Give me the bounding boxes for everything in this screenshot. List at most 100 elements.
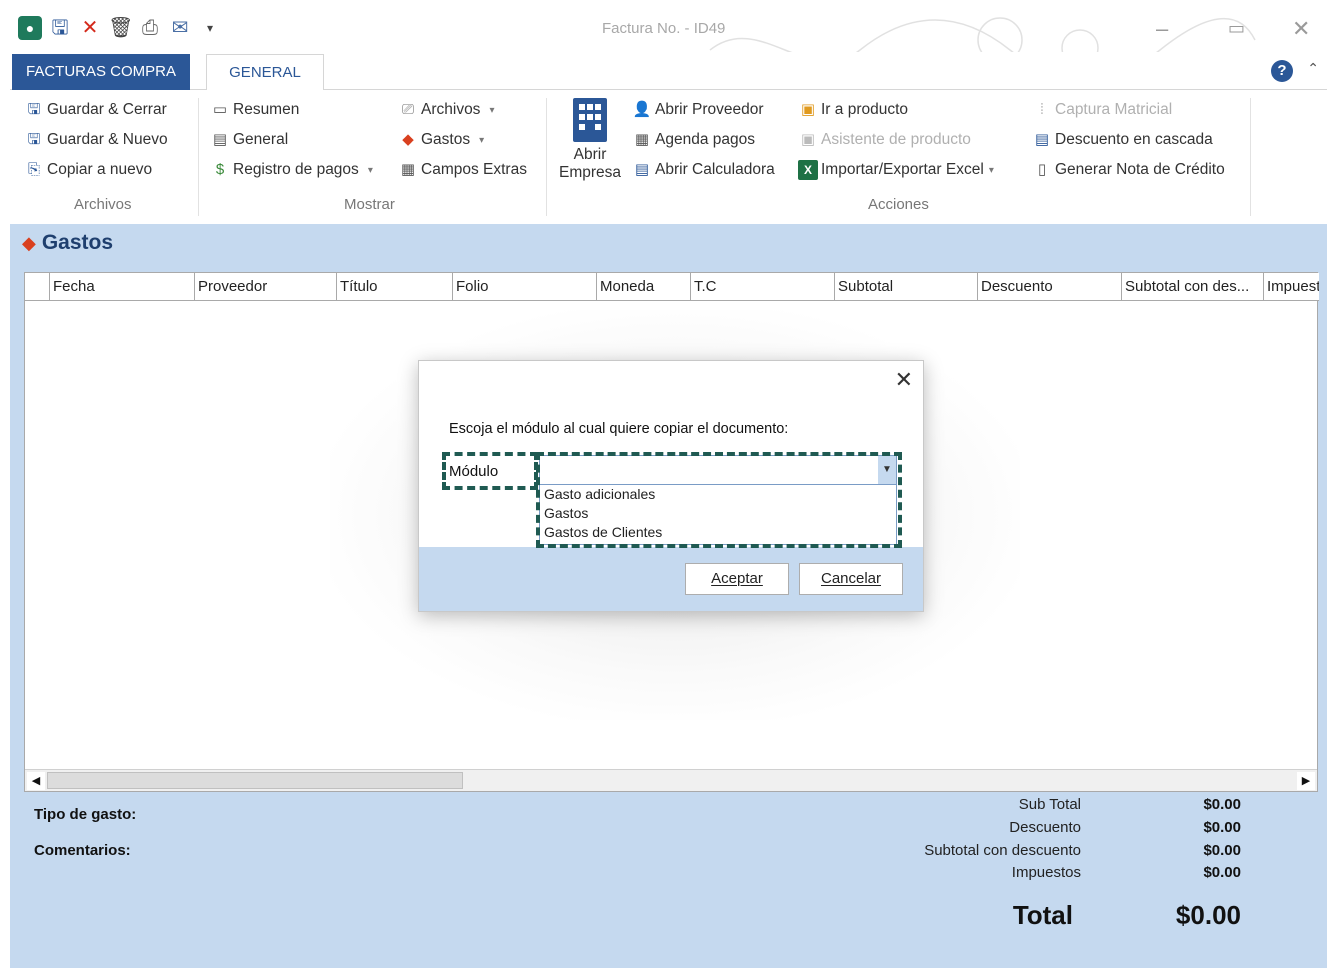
abrir-proveedor-button[interactable]: 👤 Abrir Proveedor bbox=[632, 100, 764, 120]
abrir-empresa-button[interactable]: Abrir Empresa bbox=[555, 98, 625, 182]
group-label-mostrar: Mostrar bbox=[344, 196, 395, 213]
customize-icon[interactable]: ▾ bbox=[198, 16, 222, 40]
tab-bar: FACTURAS COMPRA GENERAL ? ⌃ bbox=[10, 52, 1327, 91]
impuestos-label: Impuestos bbox=[1011, 864, 1081, 881]
form-fields-icon: ▦ bbox=[400, 161, 416, 178]
help-icon[interactable]: ? bbox=[1271, 60, 1293, 82]
tab-facturas-compra[interactable]: FACTURAS COMPRA bbox=[12, 54, 190, 90]
ribbon: 🖫 Guardar & Cerrar 🖫 Guardar & Nuevo ⎘ C… bbox=[10, 90, 1327, 224]
ir-producto-button[interactable]: ▣ Ir a producto bbox=[798, 100, 908, 120]
row-selector-header bbox=[25, 273, 50, 300]
building-icon bbox=[573, 98, 607, 142]
copiar-nuevo-button[interactable]: ⎘ Copiar a nuevo bbox=[24, 160, 152, 180]
product-icon: ▣ bbox=[800, 101, 816, 118]
descuento-label: Descuento bbox=[1009, 819, 1081, 836]
column-header-descuento[interactable]: Descuento bbox=[978, 273, 1122, 300]
document-icon: ▤ bbox=[212, 131, 228, 148]
nota-credito-button[interactable]: ▯ Generar Nota de Crédito bbox=[1032, 160, 1225, 180]
paperclip-icon: ⎚ bbox=[401, 101, 414, 118]
aceptar-button[interactable]: Aceptar bbox=[685, 563, 789, 595]
descuento-cascada-button[interactable]: ▤ Descuento en cascada bbox=[1032, 130, 1213, 150]
guardar-cerrar-button[interactable]: 🖫 Guardar & Cerrar bbox=[24, 100, 167, 120]
group-label-acciones: Acciones bbox=[868, 196, 929, 213]
subtotal-descuento-value: $0.00 bbox=[1203, 842, 1241, 859]
column-header-fecha[interactable]: Fecha bbox=[50, 273, 195, 300]
total-label: Total bbox=[1012, 900, 1073, 930]
delete-icon[interactable]: ✕ bbox=[78, 16, 102, 40]
dropdown-arrow-icon: ▾ bbox=[479, 134, 485, 146]
archivos-button[interactable]: ⎚ Archivos ▾ bbox=[398, 100, 494, 120]
save-new-icon: 🖫 bbox=[27, 131, 41, 148]
maximize-button[interactable]: ▭ bbox=[1228, 18, 1245, 39]
subtotal-descuento-label: Subtotal con descuento bbox=[924, 842, 1081, 859]
title-bar: ● 🖫 ✕ 🗑 ⎙ ✉ ▾ Factura No. - ID49 – ▭ ✕ bbox=[10, 10, 1327, 81]
resumen-button[interactable]: ▭ Resumen bbox=[210, 100, 299, 120]
close-window-button[interactable]: ✕ bbox=[1292, 16, 1310, 42]
abrir-calculadora-button[interactable]: ▤ Abrir Calculadora bbox=[632, 160, 775, 180]
scrollbar-thumb[interactable] bbox=[47, 772, 463, 789]
wizard-icon: ▣ bbox=[800, 131, 816, 148]
ribbon-separator bbox=[198, 98, 199, 216]
asistente-producto-button[interactable]: ▣ Asistente de producto bbox=[798, 130, 971, 150]
scroll-left-icon[interactable]: ◀ bbox=[27, 772, 45, 790]
comentarios-label: Comentarios: bbox=[34, 842, 131, 859]
column-header-tc[interactable]: T.C bbox=[691, 273, 835, 300]
column-header-titulo[interactable]: Título bbox=[337, 273, 453, 300]
group-label-archivos: Archivos bbox=[74, 196, 132, 213]
dropdown-arrow-icon: ▾ bbox=[367, 164, 373, 176]
column-header-subtotal[interactable]: Subtotal bbox=[835, 273, 978, 300]
subtotal-label: Sub Total bbox=[1018, 796, 1081, 813]
credit-note-icon: ▯ bbox=[1037, 161, 1047, 178]
cancelar-button[interactable]: Cancelar bbox=[799, 563, 903, 595]
dialog-footer: Aceptar Cancelar bbox=[419, 547, 923, 611]
total-value: $0.00 bbox=[1175, 900, 1241, 930]
column-header-folio[interactable]: Folio bbox=[453, 273, 597, 300]
print-icon[interactable]: ⎙ bbox=[138, 16, 162, 40]
highlight-modulo-dropdown bbox=[536, 452, 902, 548]
ribbon-separator bbox=[1250, 98, 1251, 216]
column-header-moneda[interactable]: Moneda bbox=[597, 273, 691, 300]
dialog-prompt: Escoja el módulo al cual quiere copiar e… bbox=[449, 421, 789, 437]
ribbon-separator bbox=[546, 98, 547, 216]
payments-icon: $ bbox=[215, 161, 225, 178]
gastos-button[interactable]: ◆ Gastos ▾ bbox=[398, 130, 484, 150]
descuento-value: $0.00 bbox=[1203, 819, 1241, 836]
highlight-modulo-label bbox=[442, 452, 538, 490]
scroll-right-icon[interactable]: ▶ bbox=[1297, 772, 1315, 790]
quick-access-toolbar: ● 🖫 ✕ 🗑 ⎙ ✉ ▾ bbox=[18, 16, 222, 40]
save-close-icon: 🖫 bbox=[27, 101, 41, 118]
general-button[interactable]: ▤ General bbox=[210, 130, 288, 150]
impuestos-value: $0.00 bbox=[1203, 864, 1241, 881]
copy-icon: ⎘ bbox=[27, 161, 40, 178]
dropdown-arrow-icon: ▾ bbox=[988, 164, 994, 176]
grid-header: Fecha Proveedor Título Folio Moneda T.C … bbox=[25, 273, 1319, 301]
matrix-icon: ⁞ bbox=[1039, 101, 1045, 118]
discount-icon: ▤ bbox=[1034, 131, 1050, 148]
trash-icon[interactable]: 🗑 bbox=[108, 16, 133, 40]
calendar-icon: ▦ bbox=[634, 131, 650, 148]
tag-icon: ◆ bbox=[402, 131, 414, 148]
tag-icon: ◆ bbox=[22, 232, 36, 253]
collapse-ribbon-icon[interactable]: ⌃ bbox=[1307, 60, 1319, 77]
person-icon: 👤 bbox=[632, 101, 652, 118]
section-title: ◆ Gastos bbox=[22, 231, 114, 254]
email-icon[interactable]: ✉ bbox=[168, 16, 192, 40]
captura-matricial-button[interactable]: ⁞ Captura Matricial bbox=[1032, 100, 1172, 120]
guardar-nuevo-button[interactable]: 🖫 Guardar & Nuevo bbox=[24, 130, 168, 150]
minimize-button[interactable]: – bbox=[1156, 16, 1168, 42]
tab-general[interactable]: GENERAL bbox=[206, 54, 324, 91]
importar-exportar-button[interactable]: X Importar/Exportar Excel ▾ bbox=[798, 160, 994, 180]
save-icon[interactable]: 🖫 bbox=[48, 16, 72, 40]
campos-extras-button[interactable]: ▦ Campos Extras bbox=[398, 160, 527, 180]
calculator-icon: ▤ bbox=[634, 161, 650, 178]
close-icon[interactable]: ✕ bbox=[895, 367, 913, 393]
registro-pagos-button[interactable]: $ Registro de pagos ▾ bbox=[210, 160, 373, 180]
column-header-impuestos[interactable]: Impuest bbox=[1264, 273, 1319, 300]
agenda-pagos-button[interactable]: ▦ Agenda pagos bbox=[632, 130, 755, 150]
horizontal-scrollbar[interactable]: ◀ ▶ bbox=[25, 769, 1317, 791]
tipo-gasto-label: Tipo de gasto: bbox=[34, 806, 137, 823]
column-header-proveedor[interactable]: Proveedor bbox=[195, 273, 337, 300]
presentation-icon: ▭ bbox=[212, 101, 228, 118]
column-header-subtotal-con-descuento[interactable]: Subtotal con des... bbox=[1122, 273, 1264, 300]
app-logo-icon[interactable]: ● bbox=[18, 16, 42, 40]
